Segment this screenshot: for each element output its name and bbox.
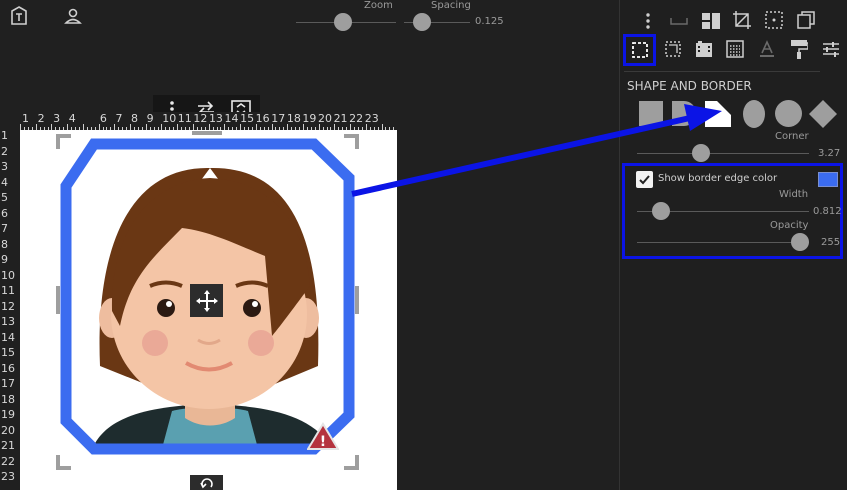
ruler-left-number: 6	[1, 206, 8, 220]
crop-handle-top-right-v[interactable]	[355, 134, 359, 149]
ruler-top-number: 8	[131, 112, 139, 125]
left-ruler: 1 2 3 4 5 6 7 8 9 10 11 12 13 14 15 16 17 18 19 20 21 22 23	[0, 130, 20, 490]
border-color-swatch[interactable]	[818, 172, 838, 187]
ruler-top-number: 18	[286, 112, 301, 125]
ruler-top-number: 10	[162, 112, 177, 125]
ruler-top-number: 4	[68, 112, 76, 125]
ellipse-shape[interactable]	[743, 100, 765, 128]
user-icon[interactable]	[62, 5, 84, 27]
sliders-icon[interactable]	[820, 38, 842, 60]
crop-icon[interactable]	[731, 9, 753, 31]
ruler-left-number: 3	[1, 160, 8, 173]
ruler-top-number: 12	[193, 112, 208, 125]
panel-divider	[624, 71, 820, 72]
ruler-top-number: 3	[53, 112, 61, 125]
cut-corner-shape[interactable]	[705, 101, 731, 127]
opacity-slider-knob[interactable]	[791, 233, 809, 251]
vertical-dots-icon[interactable]	[638, 10, 658, 32]
warning-icon[interactable]: !	[307, 422, 339, 450]
ruler-left-number: 7	[1, 222, 8, 235]
dotted-square-icon[interactable]	[662, 38, 684, 60]
dotted-frame-icon[interactable]	[763, 9, 785, 31]
svg-text:!: !	[320, 434, 326, 450]
paint-roller-icon[interactable]	[788, 38, 810, 60]
ruler-left-number: 1	[1, 129, 8, 142]
layout-icon[interactable]	[700, 10, 722, 32]
crop-handle-top[interactable]	[192, 131, 222, 135]
crop-handle-right[interactable]	[355, 286, 359, 314]
corner-label: Corner	[775, 131, 809, 142]
ruler-left-number: 12	[1, 299, 15, 313]
ruler-left-number: 2	[1, 144, 8, 158]
ruler-top-number: 20	[317, 112, 332, 125]
rotate-icon[interactable]	[190, 475, 223, 490]
ruler-left-number: 8	[1, 237, 8, 251]
ruler-left-number: 18	[1, 392, 15, 406]
ruler-left-number: 22	[1, 454, 15, 468]
spacing-value: 0.125	[475, 16, 504, 27]
ruler-top-number: 7	[115, 112, 123, 125]
ruler-top-number: 22	[349, 112, 364, 125]
ruler-left-number: 21	[1, 439, 15, 452]
ruler-left-number: 20	[1, 423, 15, 437]
text-frame-icon[interactable]	[8, 5, 30, 27]
section-title: SHAPE AND BORDER	[627, 79, 752, 93]
diamond-shape[interactable]	[808, 99, 838, 129]
ruler-top-number: 15	[240, 112, 255, 125]
copy-icon[interactable]	[795, 9, 817, 31]
rectangle-shape[interactable]	[639, 101, 663, 126]
opacity-value: 255	[821, 237, 841, 248]
ruler-left-number: 17	[1, 377, 15, 390]
ruler-top-number: 14	[224, 112, 239, 125]
ruler-left-number: 13	[1, 315, 15, 328]
ruler-top-number: 17	[271, 112, 286, 125]
zoom-label: Zoom	[364, 0, 393, 11]
corner-value: 3.27	[818, 148, 841, 159]
circle-shape[interactable]	[775, 100, 802, 127]
ruler-top-number: 2	[37, 112, 45, 125]
ruler-left-number: 23	[1, 470, 15, 483]
ruler-left-number: 14	[1, 330, 15, 344]
ruler-top-number: 1	[22, 112, 29, 125]
ruler-top-number: 21	[333, 112, 348, 125]
ruler-top-number: 6	[99, 112, 107, 125]
move-handle-icon[interactable]	[190, 284, 223, 317]
ruler-left-number: 15	[1, 346, 15, 359]
ruler-top-number: 11	[177, 112, 192, 125]
ruler-left-number: 11	[1, 284, 15, 297]
opacity-label: Opacity	[770, 220, 809, 231]
corner-slider-track[interactable]	[637, 153, 809, 154]
ruler-left-number: 5	[1, 191, 8, 204]
select-frame-icon[interactable]	[623, 34, 656, 66]
ruler-top-number: 23	[364, 112, 379, 125]
width-value: 0.812	[813, 206, 842, 217]
border-checkbox[interactable]	[636, 171, 653, 188]
border-checkbox-label: Show border edge color	[658, 173, 778, 184]
text-color-icon[interactable]	[756, 38, 778, 60]
ruler-top-number: 9	[146, 112, 154, 125]
width-label: Width	[779, 189, 809, 200]
rounded-right-shape[interactable]	[672, 101, 696, 126]
ruler-left-number: 10	[1, 268, 15, 282]
ruler-left-number: 16	[1, 361, 15, 375]
top-ruler: 1 2 3 4 6 7 8 9 10 11 12 13 14 15 16 17 18 19 20 21 22 23	[20, 112, 397, 130]
spacer-icon[interactable]	[668, 10, 690, 32]
opacity-slider-track[interactable]	[637, 242, 809, 243]
spacing-slider-knob[interactable]	[413, 13, 432, 31]
ruler-top-number: 16	[255, 112, 270, 125]
crop-handle-bottom-right-v[interactable]	[355, 455, 359, 470]
ruler-top-number: 19	[302, 112, 317, 125]
zoom-slider-knob[interactable]	[333, 13, 352, 31]
crop-handle-top-left-v[interactable]	[56, 134, 60, 149]
film-icon[interactable]	[693, 38, 715, 60]
crop-handle-bottom-left-v[interactable]	[56, 455, 60, 470]
spacing-label: Spacing	[431, 0, 471, 11]
ruler-left-number: 19	[1, 408, 15, 421]
ruler-top-number: 13	[208, 112, 223, 125]
texture-icon[interactable]	[724, 38, 746, 60]
ruler-left-number: 9	[1, 253, 8, 266]
crop-handle-left[interactable]	[56, 286, 60, 314]
ruler-left-number: 4	[1, 175, 8, 189]
